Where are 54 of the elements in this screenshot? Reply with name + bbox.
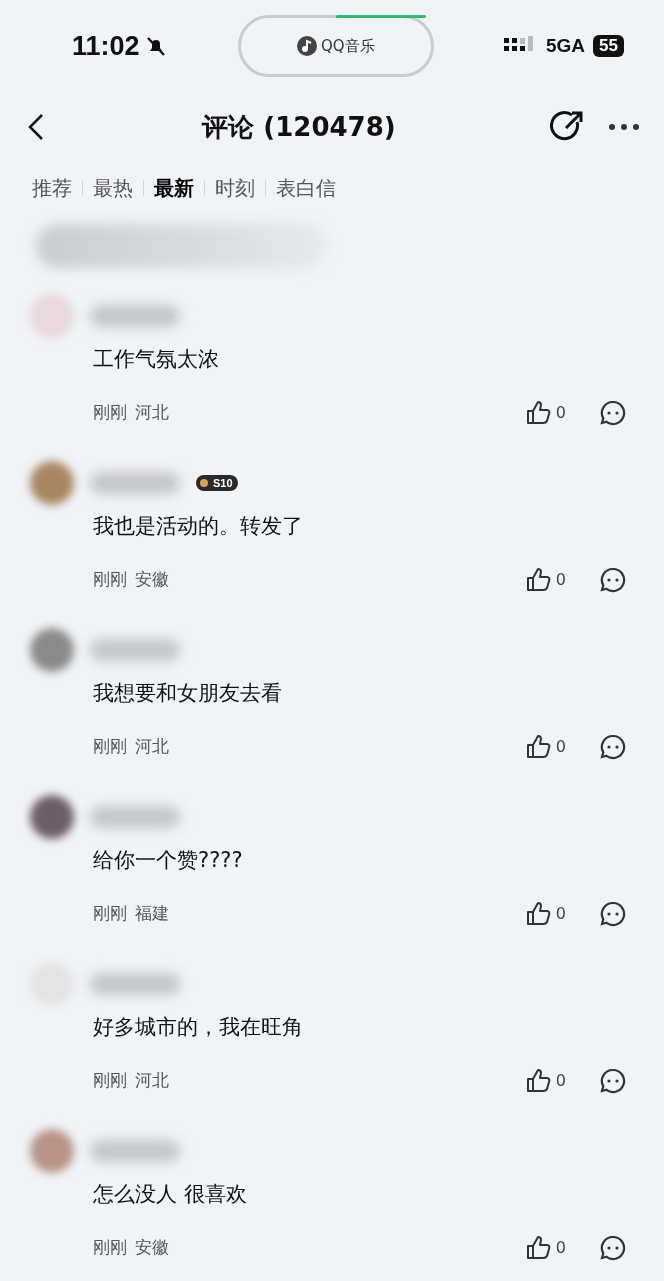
location-text: 安徽 bbox=[135, 567, 169, 591]
tab[interactable]: 最新 bbox=[144, 173, 204, 203]
avatar bbox=[30, 628, 74, 672]
clock-text: 11:02 bbox=[72, 29, 140, 63]
comment-text: 给你一个赞???? bbox=[93, 847, 244, 874]
comment-text: 我也是活动的。转发了 bbox=[93, 513, 304, 540]
comment-icon[interactable] bbox=[600, 1234, 626, 1261]
tab[interactable]: 时刻 bbox=[205, 173, 265, 203]
battery-indicator: 55 bbox=[593, 35, 624, 57]
thumbs-up-icon[interactable] bbox=[525, 733, 552, 760]
avatar bbox=[30, 795, 74, 839]
like-count: 0 bbox=[555, 1069, 566, 1092]
location-text: 福建 bbox=[135, 901, 169, 925]
like-count: 0 bbox=[555, 1236, 566, 1259]
timestamp: 刚刚 bbox=[93, 901, 127, 925]
comment-icon[interactable] bbox=[600, 1067, 626, 1094]
comment-text: 好多城市的，我在旺角 bbox=[93, 1014, 304, 1041]
timestamp: 刚刚 bbox=[93, 1068, 127, 1092]
location-text: 安徽 bbox=[135, 1235, 169, 1259]
avatar bbox=[30, 461, 74, 505]
timestamp: 刚刚 bbox=[93, 400, 127, 424]
tab[interactable]: 最热 bbox=[83, 173, 143, 203]
location-text: 河北 bbox=[135, 734, 169, 758]
music-note-icon bbox=[296, 36, 317, 56]
timestamp: 刚刚 bbox=[93, 1235, 127, 1259]
timestamp: 刚刚 bbox=[93, 734, 127, 758]
comment-text: 工作气氛太浓 bbox=[93, 346, 220, 373]
thumbs-up-icon[interactable] bbox=[525, 1067, 552, 1094]
like-count: 0 bbox=[555, 902, 566, 925]
tab[interactable]: 推荐 bbox=[22, 173, 82, 203]
like-count: 0 bbox=[555, 568, 566, 591]
like-count: 0 bbox=[555, 735, 566, 758]
thumbs-up-icon[interactable] bbox=[525, 399, 552, 426]
tab[interactable]: 表白信 bbox=[266, 173, 346, 203]
comment-text: 我想要和女朋友去看 bbox=[93, 680, 283, 707]
island-app-text: QQ音乐 bbox=[320, 35, 375, 57]
thumbs-up-icon[interactable] bbox=[525, 566, 552, 593]
more-icon[interactable] bbox=[608, 123, 640, 131]
timestamp: 刚刚 bbox=[93, 567, 127, 591]
thumbs-up-icon[interactable] bbox=[525, 900, 552, 927]
location-text: 河北 bbox=[135, 400, 169, 424]
network-text: 5GA bbox=[546, 33, 586, 58]
location-text: 河北 bbox=[135, 1068, 169, 1092]
avatar bbox=[30, 1129, 74, 1173]
comment-icon[interactable] bbox=[600, 900, 626, 927]
comment-icon[interactable] bbox=[600, 399, 626, 426]
level-badge: S10 bbox=[196, 475, 238, 491]
comment-text: 怎么没人 很喜欢 bbox=[93, 1181, 248, 1208]
avatar bbox=[30, 294, 74, 338]
thumbs-up-icon[interactable] bbox=[525, 1234, 552, 1261]
comment-icon[interactable] bbox=[600, 733, 626, 760]
like-count: 0 bbox=[555, 401, 566, 424]
page-title: 评论 (120478) bbox=[202, 110, 396, 144]
comment-icon[interactable] bbox=[600, 566, 626, 593]
